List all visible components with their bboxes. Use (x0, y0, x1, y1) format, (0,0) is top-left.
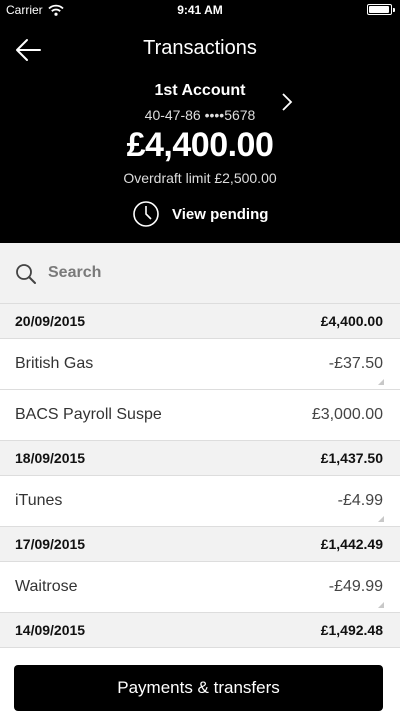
transaction-description: British Gas (15, 355, 94, 372)
account-name: 1st Account (154, 82, 246, 99)
day-balance: £4,400.00 (320, 313, 383, 329)
bottom-bar: Payments & transfers (0, 655, 400, 716)
transaction-list: 20/09/2015 £4,400.00 British Gas -£37.50… (0, 304, 400, 648)
transaction-amount: -£4.99 (337, 492, 383, 509)
date-label: 17/09/2015 (15, 536, 86, 552)
date-header: 14/09/2015 £1,492.48 (0, 613, 400, 648)
view-pending-label: View pending (172, 205, 269, 223)
corner-marker-icon (378, 516, 384, 522)
transaction-row[interactable]: BACS Payroll Suspe £3,000.00 (0, 390, 400, 441)
date-header: 20/09/2015 £4,400.00 (0, 304, 400, 339)
date-label: 14/09/2015 (15, 622, 86, 638)
overdraft-limit: Overdraft limit £2,500.00 (123, 170, 277, 186)
transaction-description: iTunes (15, 492, 63, 509)
transaction-description: BACS Payroll Suspe (15, 406, 162, 423)
account-header: Carrier 9:41 AM Transactions 1st Account… (0, 0, 400, 243)
date-header: 17/09/2015 £1,442.49 (0, 527, 400, 562)
search-bar (0, 243, 400, 304)
search-input[interactable] (48, 257, 378, 289)
day-balance: £1,437.50 (320, 450, 383, 466)
clock-icon (133, 201, 159, 227)
corner-marker-icon (378, 379, 384, 385)
day-balance: £1,492.48 (320, 622, 383, 638)
date-label: 18/09/2015 (15, 450, 86, 466)
transaction-amount: £3,000.00 (311, 406, 383, 423)
transaction-row[interactable]: iTunes -£4.99 (0, 476, 400, 527)
date-header: 18/09/2015 £1,437.50 (0, 441, 400, 476)
status-time: 9:41 AM (177, 3, 223, 17)
search-icon (16, 264, 36, 284)
transaction-amount: -£49.99 (328, 578, 383, 595)
page-title: Transactions (143, 37, 257, 59)
account-balance: £4,400.00 (126, 126, 274, 164)
date-label: 20/09/2015 (15, 313, 86, 329)
day-balance: £1,442.49 (320, 536, 383, 552)
chevron-right-icon[interactable] (280, 92, 294, 112)
status-bar: Carrier 9:41 AM (0, 0, 400, 20)
transaction-amount: -£37.50 (328, 355, 383, 372)
account-number: 40-47-86 ••••5678 (144, 107, 256, 123)
battery-icon (367, 4, 395, 15)
view-pending-button[interactable]: View pending (132, 199, 268, 229)
transaction-row[interactable]: British Gas -£37.50 (0, 339, 400, 390)
transaction-description: Waitrose (15, 578, 78, 595)
payments-transfers-button[interactable]: Payments & transfers (14, 665, 383, 711)
transaction-row[interactable]: Waitrose -£49.99 (0, 562, 400, 613)
corner-marker-icon (378, 602, 384, 608)
